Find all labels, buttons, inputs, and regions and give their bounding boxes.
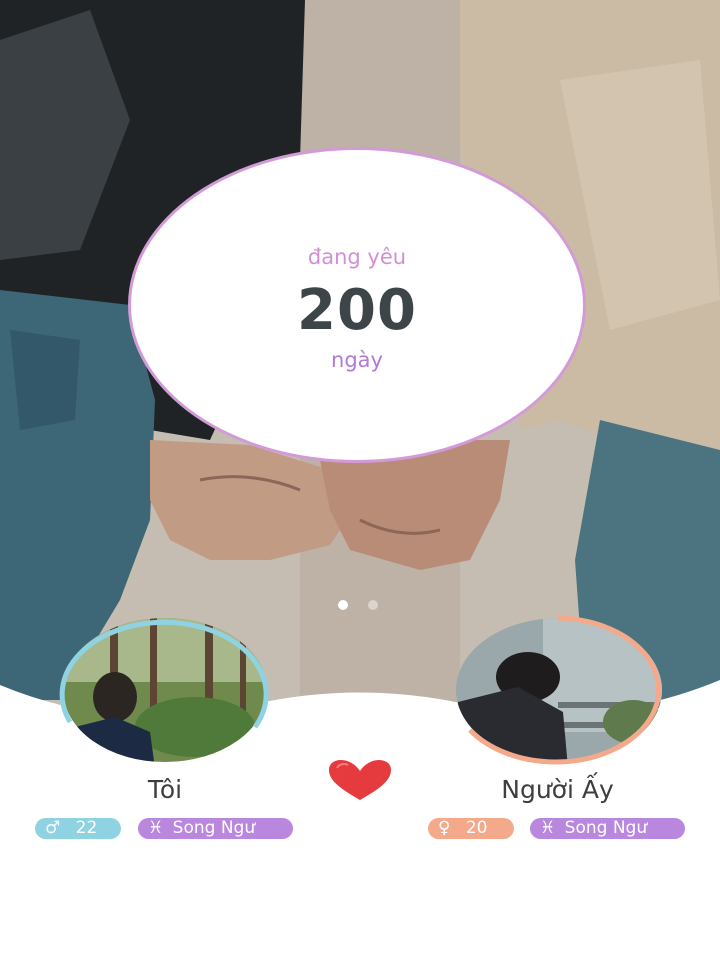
pisces-icon: ♓ [148, 818, 164, 838]
carousel-dot-1[interactable] [338, 600, 348, 610]
my-avatar[interactable] [55, 612, 275, 768]
male-icon: ♂ [45, 818, 61, 838]
my-age-chip: ♂ 22 [35, 818, 121, 839]
partner-age: 20 [465, 818, 488, 838]
my-avatar-ring [59, 619, 269, 729]
pisces-icon: ♓ [540, 818, 556, 838]
partner-name[interactable]: Người Ấy [470, 775, 645, 804]
my-name[interactable]: Tôi [90, 775, 240, 804]
counter-caption-top: đang yêu [307, 245, 407, 269]
partner-avatar[interactable] [448, 612, 670, 768]
days-count: 200 [297, 278, 417, 343]
carousel-dot-2[interactable] [368, 600, 378, 610]
partner-zodiac-chip: ♓ Song Ngư [530, 818, 685, 839]
my-zodiac-chip: ♓ Song Ngư [138, 818, 293, 839]
my-age: 22 [75, 818, 98, 838]
my-zodiac: Song Ngư [172, 818, 256, 838]
love-days-counter[interactable]: đang yêu 200 ngày [128, 147, 586, 463]
partner-age-chip: ♀ 20 [428, 818, 514, 839]
heart-icon[interactable] [329, 760, 391, 800]
counter-caption-bottom: ngày [331, 348, 383, 372]
female-icon: ♀ [438, 818, 451, 838]
partner-avatar-ring [468, 615, 662, 765]
partner-zodiac: Song Ngư [564, 818, 648, 838]
